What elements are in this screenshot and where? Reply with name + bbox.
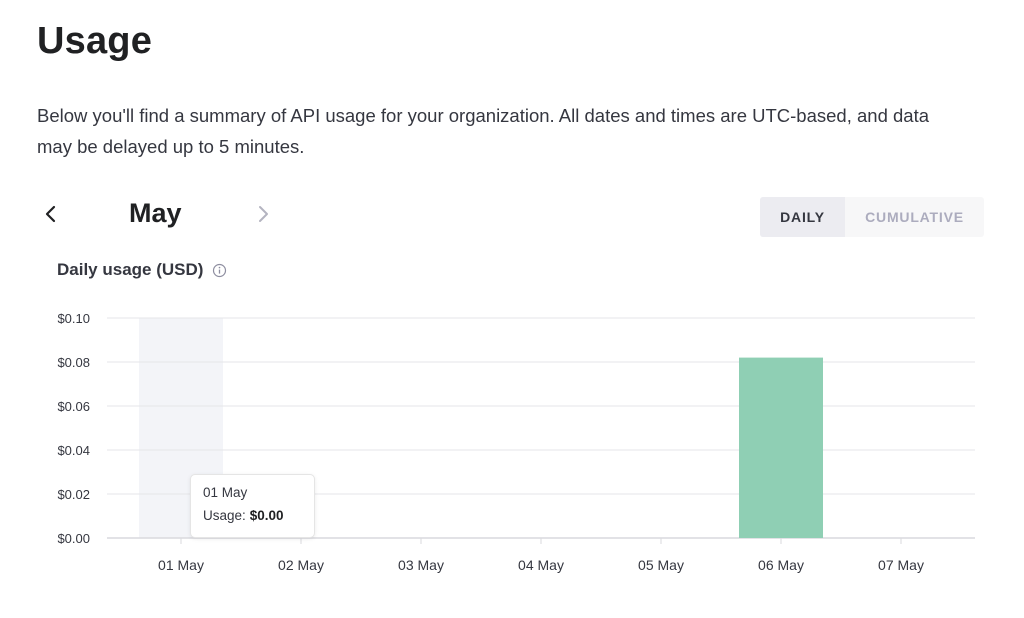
y-tick-label: $0.06 xyxy=(57,399,90,414)
x-tick-label: 07 May xyxy=(878,557,924,573)
usage-bar xyxy=(739,357,823,538)
x-tick-label: 04 May xyxy=(518,557,564,573)
tooltip-date: 01 May xyxy=(203,485,248,500)
tooltip-row: Usage: $0.00 xyxy=(203,508,302,523)
y-tick-label: $0.04 xyxy=(57,443,90,458)
x-tick-label: 03 May xyxy=(398,557,444,573)
x-tick-label: 01 May xyxy=(158,557,204,573)
usage-chart: $0.00 $0.02 $0.04 $0.06 $0.08 $0.10 01 May 02 M… xyxy=(57,311,975,573)
y-tick-label: $0.10 xyxy=(57,311,90,326)
x-tick-label: 06 May xyxy=(758,557,804,573)
x-tick-label: 02 May xyxy=(278,557,324,573)
chart-tooltip: 01 May Usage: $0.00 xyxy=(190,474,315,538)
tooltip-value: $0.00 xyxy=(249,508,284,523)
y-tick-label: $0.02 xyxy=(57,487,90,502)
x-tick-label: 05 May xyxy=(638,557,684,573)
tooltip-label: Usage: xyxy=(203,508,246,523)
y-tick-label: $0.00 xyxy=(57,531,90,546)
y-tick-label: $0.08 xyxy=(57,355,90,370)
